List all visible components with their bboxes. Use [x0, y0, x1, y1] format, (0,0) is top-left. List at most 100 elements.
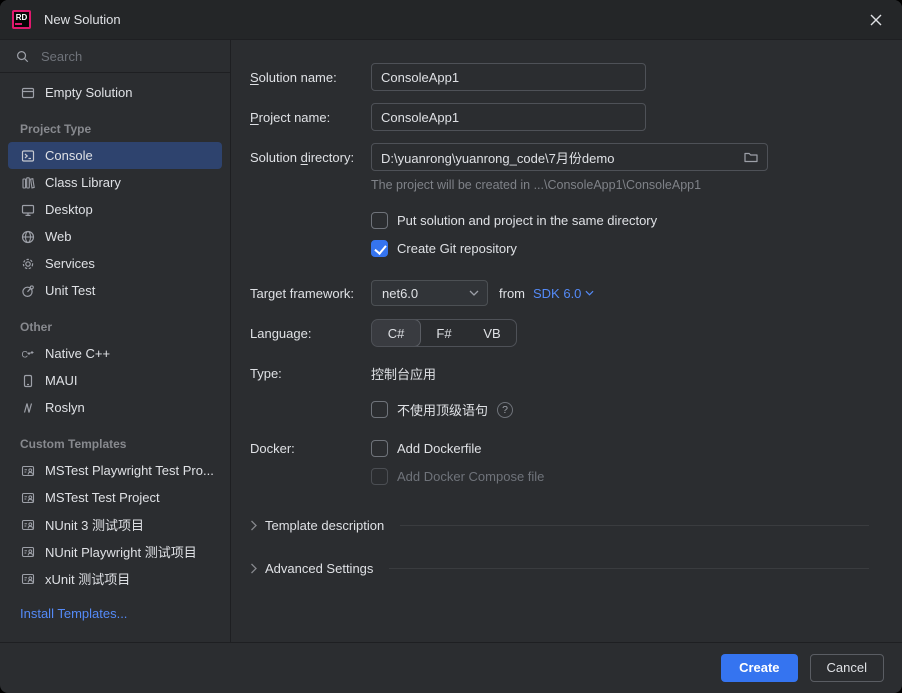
solution-name-row: Solution name: [250, 63, 869, 91]
svg-text:C: C [22, 349, 29, 359]
language-segmented-control: C# F# VB [371, 319, 517, 347]
target-framework-label: Target framework: [250, 286, 371, 301]
cpp-icon: C [20, 346, 36, 362]
sidebar-item-nunit-playwright[interactable]: NUnit Playwright 测试项目 [8, 538, 222, 565]
new-solution-dialog: RD New Solution Empty Solution [0, 0, 902, 693]
sidebar-item-label: Unit Test [45, 283, 95, 298]
roslyn-icon [20, 400, 36, 416]
project-name-row: Project name: [250, 103, 869, 131]
dialog-footer: Create Cancel [0, 642, 902, 692]
chevron-right-icon [250, 563, 257, 574]
checkbox-disabled-icon [371, 468, 388, 485]
template-list: Empty Solution Project Type Console Clas… [0, 73, 230, 642]
chevron-right-icon [250, 520, 257, 531]
sidebar-item-label: Native C++ [45, 346, 110, 361]
sidebar-item-console[interactable]: Console [8, 142, 222, 169]
template-icon [20, 571, 36, 587]
sidebar-item-services[interactable]: Services [8, 250, 222, 277]
same-directory-label: Put solution and project in the same dir… [397, 213, 657, 228]
from-label: from [499, 286, 525, 301]
language-option-vb[interactable]: VB [468, 320, 516, 346]
sidebar-item-mstest-playwright[interactable]: MSTest Playwright Test Pro... [8, 457, 222, 484]
sidebar-item-label: MSTest Playwright Test Pro... [45, 463, 214, 478]
sidebar-item-native-cpp[interactable]: C Native C++ [8, 340, 222, 367]
search-icon [15, 49, 30, 64]
unit-test-icon [20, 283, 36, 299]
language-option-fsharp[interactable]: F# [420, 320, 468, 346]
class-library-icon [20, 175, 36, 191]
sidebar-item-web[interactable]: Web [8, 223, 222, 250]
web-globe-icon [20, 229, 36, 245]
services-gear-icon [20, 256, 36, 272]
sidebar-item-empty-solution[interactable]: Empty Solution [8, 79, 222, 106]
sidebar-item-label: Console [45, 148, 93, 163]
browse-folder-icon[interactable] [743, 149, 759, 165]
sidebar-item-mstest[interactable]: MSTest Test Project [8, 484, 222, 511]
language-option-csharp[interactable]: C# [371, 319, 421, 347]
language-row: Language: C# F# VB [250, 319, 869, 347]
cancel-button[interactable]: Cancel [810, 654, 884, 682]
create-button[interactable]: Create [721, 654, 797, 682]
sidebar-item-roslyn[interactable]: Roslyn [8, 394, 222, 421]
advanced-settings-section[interactable]: Advanced Settings [250, 561, 869, 576]
section-header-other: Other [8, 304, 222, 340]
docker-label: Docker: [250, 441, 371, 456]
sidebar-item-maui[interactable]: MAUI [8, 367, 222, 394]
sidebar-item-class-library[interactable]: Class Library [8, 169, 222, 196]
sidebar-item-nunit3[interactable]: NUnit 3 测试项目 [8, 511, 222, 538]
desktop-icon [20, 202, 36, 218]
solution-name-label: Solution name: [250, 70, 371, 85]
target-framework-select[interactable]: net6.0 [371, 280, 488, 306]
close-icon[interactable] [866, 10, 886, 30]
solution-directory-input[interactable] [371, 143, 768, 171]
sidebar-item-desktop[interactable]: Desktop [8, 196, 222, 223]
template-sidebar: Empty Solution Project Type Console Clas… [0, 40, 231, 642]
empty-solution-icon [20, 85, 36, 101]
project-name-input[interactable] [371, 103, 646, 131]
directory-hint: The project will be created in ...\Conso… [371, 178, 869, 192]
solution-name-input[interactable] [371, 63, 646, 91]
sdk-dropdown[interactable]: SDK 6.0 [533, 286, 594, 301]
same-directory-checkbox[interactable]: Put solution and project in the same dir… [371, 212, 869, 229]
add-docker-compose-label: Add Docker Compose file [397, 469, 544, 484]
checkbox-checked-icon[interactable] [371, 240, 388, 257]
advanced-settings-label: Advanced Settings [265, 561, 373, 576]
phone-icon [20, 373, 36, 389]
target-framework-row: Target framework: net6.0 from SDK 6.0 [250, 280, 869, 306]
titlebar: RD New Solution [0, 0, 902, 40]
search-box[interactable] [0, 40, 230, 73]
create-git-checkbox[interactable]: Create Git repository [371, 240, 869, 257]
window-title: New Solution [44, 12, 121, 27]
type-label: Type: [250, 366, 371, 381]
add-docker-compose-checkbox: Add Docker Compose file [371, 468, 544, 485]
sidebar-item-xunit[interactable]: xUnit 测试项目 [8, 565, 222, 592]
search-input[interactable] [39, 48, 219, 65]
install-templates-link[interactable]: Install Templates... [8, 592, 222, 621]
help-icon[interactable]: ? [497, 402, 513, 418]
language-label: Language: [250, 326, 371, 341]
template-description-label: Template description [265, 518, 384, 533]
sidebar-item-unit-test[interactable]: Unit Test [8, 277, 222, 304]
template-icon [20, 463, 36, 479]
template-icon [20, 517, 36, 533]
project-name-label: Project name: [250, 110, 371, 125]
template-description-section[interactable]: Template description [250, 518, 869, 533]
section-header-custom-templates: Custom Templates [8, 421, 222, 457]
sidebar-item-label: NUnit Playwright 测试项目 [45, 542, 197, 561]
top-level-statements-checkbox[interactable]: 不使用顶级语句 [371, 400, 488, 419]
checkbox-unchecked-icon[interactable] [371, 212, 388, 229]
section-header-project-type: Project Type [8, 106, 222, 142]
chevron-down-icon [469, 290, 479, 296]
top-level-statements-label: 不使用顶级语句 [397, 400, 488, 419]
add-dockerfile-checkbox[interactable]: Add Dockerfile [371, 440, 482, 457]
sidebar-item-label: NUnit 3 测试项目 [45, 515, 144, 534]
solution-directory-label: Solution directory: [250, 150, 371, 165]
docker-compose-row: Add Docker Compose file [371, 468, 869, 485]
checkbox-unchecked-icon[interactable] [371, 440, 388, 457]
create-git-label: Create Git repository [397, 241, 517, 256]
sidebar-item-label: MAUI [45, 373, 78, 388]
checkbox-unchecked-icon[interactable] [371, 401, 388, 418]
type-row: Type: 控制台应用 [250, 364, 869, 383]
chevron-down-icon [585, 290, 594, 296]
template-icon [20, 544, 36, 560]
